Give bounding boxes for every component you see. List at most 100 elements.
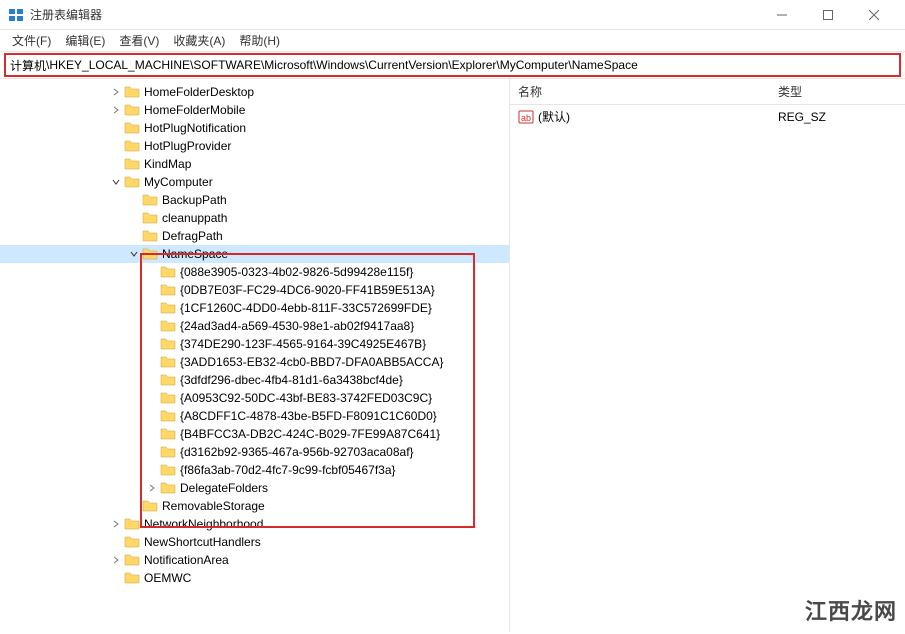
tree-view[interactable]: HomeFolderDesktopHomeFolderMobileHotPlug…: [0, 79, 510, 632]
expander-placeholder: [144, 372, 160, 388]
menu-item[interactable]: 帮助(H): [233, 30, 286, 51]
expander-placeholder: [144, 300, 160, 316]
column-type[interactable]: 类型: [778, 83, 897, 100]
string-value-icon: ab: [518, 109, 534, 125]
tree-node[interactable]: {d3162b92-9365-467a-956b-92703aca08af}: [0, 443, 509, 461]
tree-node-label: {088e3905-0323-4b02-9826-5d99428e115f}: [180, 265, 413, 279]
chevron-down-icon[interactable]: [126, 246, 142, 262]
expander-placeholder: [108, 570, 124, 586]
chevron-down-icon[interactable]: [108, 174, 124, 190]
tree-node-label: KindMap: [144, 157, 191, 171]
tree-node[interactable]: NetworkNeighborhood: [0, 515, 509, 533]
tree-node[interactable]: {3dfdf296-dbec-4fb4-81d1-6a3438bcf4de}: [0, 371, 509, 389]
tree-node-label: {A0953C92-50DC-43bf-BE83-3742FED03C9C}: [180, 391, 432, 405]
folder-icon: [124, 102, 140, 118]
tree-node[interactable]: DelegateFolders: [0, 479, 509, 497]
tree-node[interactable]: {24ad3ad4-a569-4530-98e1-ab02f9417aa8}: [0, 317, 509, 335]
folder-icon: [124, 534, 140, 550]
tree-node[interactable]: NotificationArea: [0, 551, 509, 569]
tree-node-label: {f86fa3ab-70d2-4fc7-9c99-fcbf05467f3a}: [180, 463, 396, 477]
tree-node-label: {24ad3ad4-a569-4530-98e1-ab02f9417aa8}: [180, 319, 414, 333]
menu-item[interactable]: 编辑(E): [59, 30, 111, 51]
folder-icon: [160, 480, 176, 496]
folder-icon: [160, 336, 176, 352]
tree-node[interactable]: DefragPath: [0, 227, 509, 245]
folder-icon: [124, 120, 140, 136]
folder-icon: [160, 426, 176, 442]
folder-icon: [142, 246, 158, 262]
menu-item[interactable]: 查看(V): [113, 30, 165, 51]
tree-node[interactable]: {0DB7E03F-FC29-4DC6-9020-FF41B59E513A}: [0, 281, 509, 299]
value-name: (默认): [538, 108, 778, 125]
tree-node[interactable]: KindMap: [0, 155, 509, 173]
folder-icon: [142, 498, 158, 514]
value-type: REG_SZ: [778, 110, 826, 124]
tree-node[interactable]: NameSpace: [0, 245, 509, 263]
tree-node-label: OEMWC: [144, 571, 191, 585]
tree-node[interactable]: HomeFolderDesktop: [0, 83, 509, 101]
tree-node[interactable]: MyComputer: [0, 173, 509, 191]
expander-placeholder: [108, 156, 124, 172]
tree-node[interactable]: {f86fa3ab-70d2-4fc7-9c99-fcbf05467f3a}: [0, 461, 509, 479]
minimize-icon: [777, 10, 787, 20]
expander-placeholder: [144, 336, 160, 352]
tree-node[interactable]: {A0953C92-50DC-43bf-BE83-3742FED03C9C}: [0, 389, 509, 407]
expander-placeholder: [126, 228, 142, 244]
tree-node-label: DefragPath: [162, 229, 223, 243]
address-bar[interactable]: 计算机 \HKEY_LOCAL_MACHINE\SOFTWARE\Microso…: [4, 53, 901, 77]
tree-node-label: {d3162b92-9365-467a-956b-92703aca08af}: [180, 445, 414, 459]
tree-node-label: NewShortcutHandlers: [144, 535, 261, 549]
minimize-button[interactable]: [759, 0, 805, 30]
menu-item[interactable]: 文件(F): [6, 30, 57, 51]
tree-node-label: {3ADD1653-EB32-4cb0-BBD7-DFA0ABB5ACCA}: [180, 355, 443, 369]
column-name[interactable]: 名称: [518, 83, 778, 100]
close-button[interactable]: [851, 0, 897, 30]
tree-node[interactable]: OEMWC: [0, 569, 509, 587]
chevron-right-icon[interactable]: [108, 102, 124, 118]
tree-node[interactable]: {1CF1260C-4DD0-4ebb-811F-33C572699FDE}: [0, 299, 509, 317]
chevron-right-icon[interactable]: [108, 84, 124, 100]
tree-node[interactable]: {3ADD1653-EB32-4cb0-BBD7-DFA0ABB5ACCA}: [0, 353, 509, 371]
tree-node[interactable]: HomeFolderMobile: [0, 101, 509, 119]
folder-icon: [160, 282, 176, 298]
expander-placeholder: [144, 354, 160, 370]
tree-node-label: BackupPath: [162, 193, 227, 207]
chevron-right-icon[interactable]: [108, 552, 124, 568]
value-row[interactable]: ab(默认)REG_SZ: [510, 105, 905, 128]
expander-placeholder: [144, 444, 160, 460]
expander-placeholder: [144, 408, 160, 424]
tree-node[interactable]: HotPlugNotification: [0, 119, 509, 137]
tree-node-label: {374DE290-123F-4565-9164-39C4925E467B}: [180, 337, 426, 351]
folder-icon: [160, 372, 176, 388]
tree-node[interactable]: {B4BFCC3A-DB2C-424C-B029-7FE99A87C641}: [0, 425, 509, 443]
tree-node[interactable]: BackupPath: [0, 191, 509, 209]
tree-node-label: HomeFolderDesktop: [144, 85, 254, 99]
folder-icon: [160, 408, 176, 424]
values-pane[interactable]: 名称 类型 ab(默认)REG_SZ: [510, 79, 905, 632]
folder-icon: [160, 354, 176, 370]
chevron-right-icon[interactable]: [144, 480, 160, 496]
expander-placeholder: [108, 138, 124, 154]
chevron-right-icon[interactable]: [108, 516, 124, 532]
maximize-icon: [823, 10, 833, 20]
tree-node[interactable]: NewShortcutHandlers: [0, 533, 509, 551]
tree-node[interactable]: HotPlugProvider: [0, 137, 509, 155]
tree-node[interactable]: {088e3905-0323-4b02-9826-5d99428e115f}: [0, 263, 509, 281]
expander-placeholder: [144, 426, 160, 442]
tree-node[interactable]: {374DE290-123F-4565-9164-39C4925E467B}: [0, 335, 509, 353]
folder-icon: [124, 552, 140, 568]
columns-header: 名称 类型: [510, 79, 905, 105]
menu-bar: 文件(F)编辑(E)查看(V)收藏夹(A)帮助(H): [0, 30, 905, 52]
tree-node[interactable]: {A8CDFF1C-4878-43be-B5FD-F8091C1C60D0}: [0, 407, 509, 425]
window-controls: [759, 0, 897, 30]
folder-icon: [124, 156, 140, 172]
maximize-button[interactable]: [805, 0, 851, 30]
tree-node[interactable]: cleanuppath: [0, 209, 509, 227]
tree-node-label: {3dfdf296-dbec-4fb4-81d1-6a3438bcf4de}: [180, 373, 403, 387]
expander-placeholder: [126, 192, 142, 208]
address-label: 计算机: [10, 57, 46, 74]
expander-placeholder: [144, 318, 160, 334]
menu-item[interactable]: 收藏夹(A): [167, 30, 231, 51]
expander-placeholder: [108, 534, 124, 550]
tree-node[interactable]: RemovableStorage: [0, 497, 509, 515]
